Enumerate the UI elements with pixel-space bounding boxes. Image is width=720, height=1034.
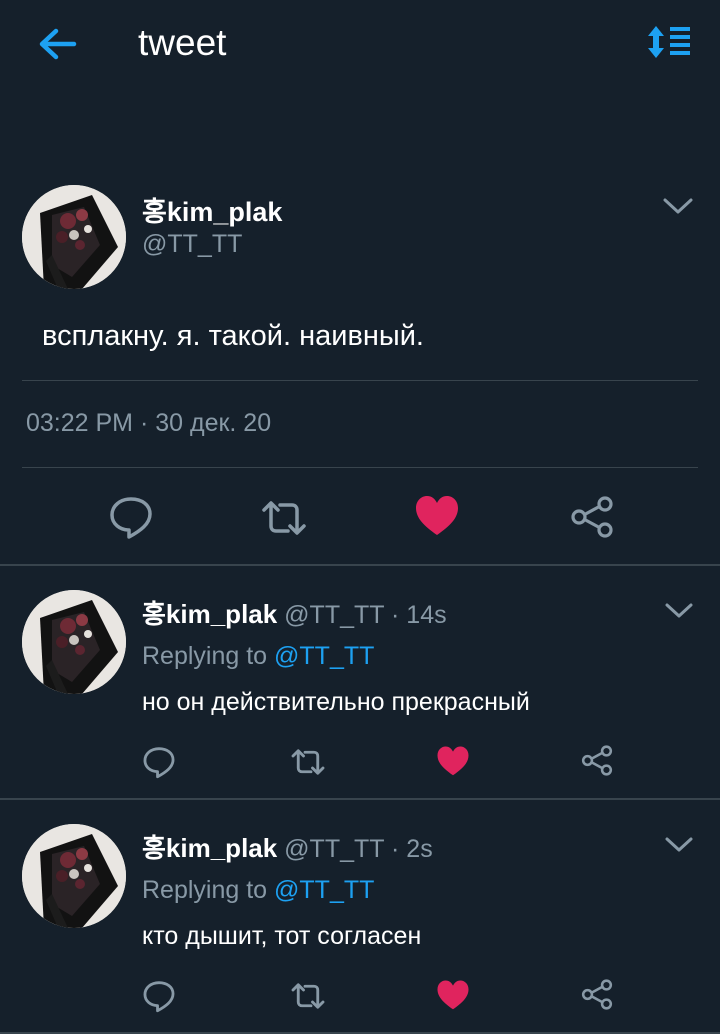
mention-link[interactable]: @TT_TT [274,876,374,904]
bouquet-avatar-image [22,590,126,694]
reply-tweet[interactable]: 홍kim_plak @TT_TT · 2s Replying to @TT_TT… [0,800,720,1034]
replying-to: Replying to @TT_TT [142,642,374,671]
handle-and-time: @TT_TT · 14s [284,601,447,629]
mention-link[interactable]: @TT_TT [274,642,374,670]
reply-button[interactable] [142,745,176,784]
tweet-text: всплакну. я. такой. наивный. [42,320,424,352]
reply-icon [110,497,152,539]
heart-icon [437,980,469,1010]
tweet-timestamp: 03:22 PM · 30 дек. 20 [26,409,272,437]
top-bar: tweet [0,0,720,88]
retweet-icon [262,501,306,535]
share-icon [581,979,613,1010]
reply-icon [143,747,175,779]
like-button[interactable] [414,494,460,541]
back-button[interactable] [36,24,80,64]
divider [22,467,698,468]
handle[interactable]: @TT_TT [142,230,242,259]
tweet-menu-button[interactable] [664,836,694,859]
replying-prefix: Replying to [142,876,268,904]
display-name[interactable]: 홍kim_plak [142,599,277,629]
avatar[interactable] [22,185,126,289]
reply-tweet[interactable]: 홍kim_plak @TT_TT · 14s Replying to @TT_T… [0,566,720,800]
like-button[interactable] [436,745,470,781]
chevron-down-icon [665,837,693,852]
reply-button[interactable] [108,494,154,545]
chevron-down-icon [663,198,693,214]
handle-and-time: @TT_TT · 2s [284,835,433,863]
tweet-menu-button[interactable] [664,602,694,625]
replying-prefix: Replying to [142,642,268,670]
back-arrow-icon [39,28,77,60]
reply-button[interactable] [142,979,176,1018]
bouquet-avatar-image [22,185,126,289]
bouquet-avatar-image [22,824,126,928]
avatar[interactable] [22,590,126,694]
retweet-button[interactable] [260,498,308,543]
heart-icon [416,496,458,535]
reply-icon [143,981,175,1013]
like-button[interactable] [436,979,470,1015]
tweet-text: кто дышит, тот согласен [142,922,422,950]
main-tweet: 홍kim_plak @TT_TT всплакну. я. такой. наи… [0,88,720,566]
reply-header: 홍kim_plak @TT_TT · 2s [142,828,433,865]
share-icon [581,745,613,776]
display-name[interactable]: 홍kim_plak [142,190,282,229]
tweet-menu-button[interactable] [662,196,694,221]
retweet-button[interactable] [290,981,326,1016]
retweet-icon [291,983,325,1009]
sort-button[interactable] [646,24,694,60]
divider [22,380,698,381]
share-button[interactable] [570,496,614,543]
chevron-down-icon [665,603,693,618]
avatar[interactable] [22,824,126,928]
page-title: tweet [138,22,227,63]
sort-icon [648,26,690,58]
heart-icon [437,746,469,776]
retweet-icon [291,749,325,775]
display-name[interactable]: 홍kim_plak [142,833,277,863]
reply-header: 홍kim_plak @TT_TT · 14s [142,594,447,631]
share-icon [571,496,613,538]
tweet-text: но он действительно прекрасный [142,688,530,716]
share-button[interactable] [581,979,613,1015]
replying-to: Replying to @TT_TT [142,876,374,905]
share-button[interactable] [581,745,613,781]
retweet-button[interactable] [290,747,326,782]
